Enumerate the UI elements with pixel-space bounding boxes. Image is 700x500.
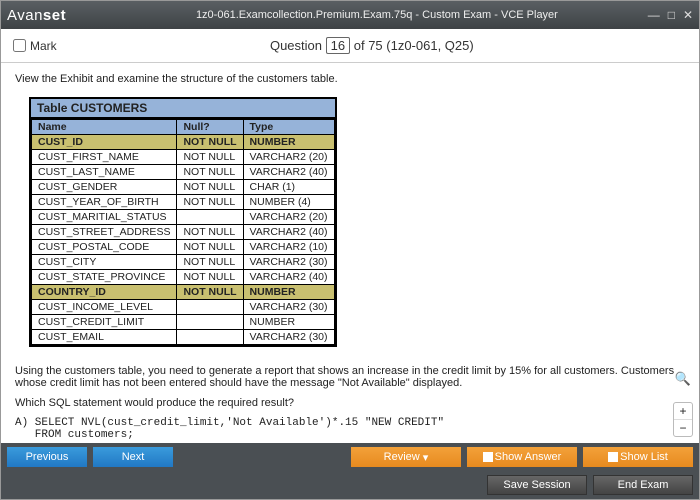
table-row: CUST_POSTAL_CODENOT NULLVARCHAR2 (10)	[32, 240, 335, 255]
table-row: CUST_EMAILVARCHAR2 (30)	[32, 330, 335, 345]
table-row: CUST_YEAR_OF_BIRTHNOT NULLNUMBER (4)	[32, 195, 335, 210]
table-row: CUST_MARITIAL_STATUSVARCHAR2 (20)	[32, 210, 335, 225]
table-row: CUST_FIRST_NAMENOT NULLVARCHAR2 (20)	[32, 150, 335, 165]
mark-checkbox[interactable]	[13, 39, 26, 52]
table-row: CUST_STATE_PROVINCENOT NULLVARCHAR2 (40)	[32, 270, 335, 285]
magnify-icon[interactable]: 🔍	[675, 371, 691, 387]
question-para-2: Which SQL statement would produce the re…	[15, 397, 685, 409]
show-answer-button[interactable]: Show Answer	[467, 447, 577, 467]
next-button[interactable]: Next	[93, 447, 173, 467]
col-header: Name	[32, 120, 177, 135]
table-row: CUST_IDNOT NULLNUMBER	[32, 135, 335, 150]
question-suffix: of 75 (1z0-061, Q25)	[354, 38, 474, 53]
col-header: Type	[243, 120, 334, 135]
previous-button[interactable]: Previous	[7, 447, 87, 467]
titlebar: Avanset 1z0-061.Examcollection.Premium.E…	[1, 1, 699, 29]
col-header: Null?	[177, 120, 243, 135]
table-row: CUST_STREET_ADDRESSNOT NULLVARCHAR2 (40)	[32, 225, 335, 240]
table-row: CUST_CITYNOT NULLVARCHAR2 (30)	[32, 255, 335, 270]
close-icon[interactable]: ✕	[683, 8, 693, 22]
window-title: 1z0-061.Examcollection.Premium.Exam.75q …	[106, 9, 648, 21]
minimize-icon[interactable]: —	[648, 8, 660, 22]
question-prefix: Question	[270, 38, 322, 53]
maximize-icon[interactable]: □	[668, 8, 675, 22]
app-logo: Avanset	[7, 7, 66, 24]
table-row: CUST_INCOME_LEVELVARCHAR2 (30)	[32, 300, 335, 315]
table-row: COUNTRY_IDNOT NULLNUMBER	[32, 285, 335, 300]
exhibit-table: Table CUSTOMERS NameNull?Type CUST_IDNOT…	[29, 97, 337, 347]
question-para-1: Using the customers table, you need to g…	[15, 365, 685, 389]
save-session-button[interactable]: Save Session	[487, 475, 587, 495]
zoom-control: + −	[673, 402, 693, 437]
review-button[interactable]: Review ▾	[351, 447, 461, 467]
table-row: CUST_LAST_NAMENOT NULLVARCHAR2 (40)	[32, 165, 335, 180]
mark-label: Mark	[30, 39, 57, 53]
exhibit-title: Table CUSTOMERS	[31, 99, 335, 119]
question-bar: Mark Question 16 of 75 (1z0-061, Q25)	[1, 29, 699, 63]
table-row: CUST_GENDERNOT NULLCHAR (1)	[32, 180, 335, 195]
option-a[interactable]: A) SELECT NVL(cust_credit_limit,'Not Ava…	[15, 417, 685, 441]
show-list-button[interactable]: Show List	[583, 447, 693, 467]
zoom-out-button[interactable]: −	[674, 420, 692, 436]
content-area[interactable]: View the Exhibit and examine the structu…	[1, 63, 699, 443]
footer: Previous Next Review ▾ Show Answer Show …	[1, 443, 699, 499]
question-number: 16	[326, 37, 350, 54]
table-row: CUST_CREDIT_LIMITNUMBER	[32, 315, 335, 330]
end-exam-button[interactable]: End Exam	[593, 475, 693, 495]
zoom-in-button[interactable]: +	[674, 403, 692, 420]
instruction-text: View the Exhibit and examine the structu…	[15, 73, 685, 85]
